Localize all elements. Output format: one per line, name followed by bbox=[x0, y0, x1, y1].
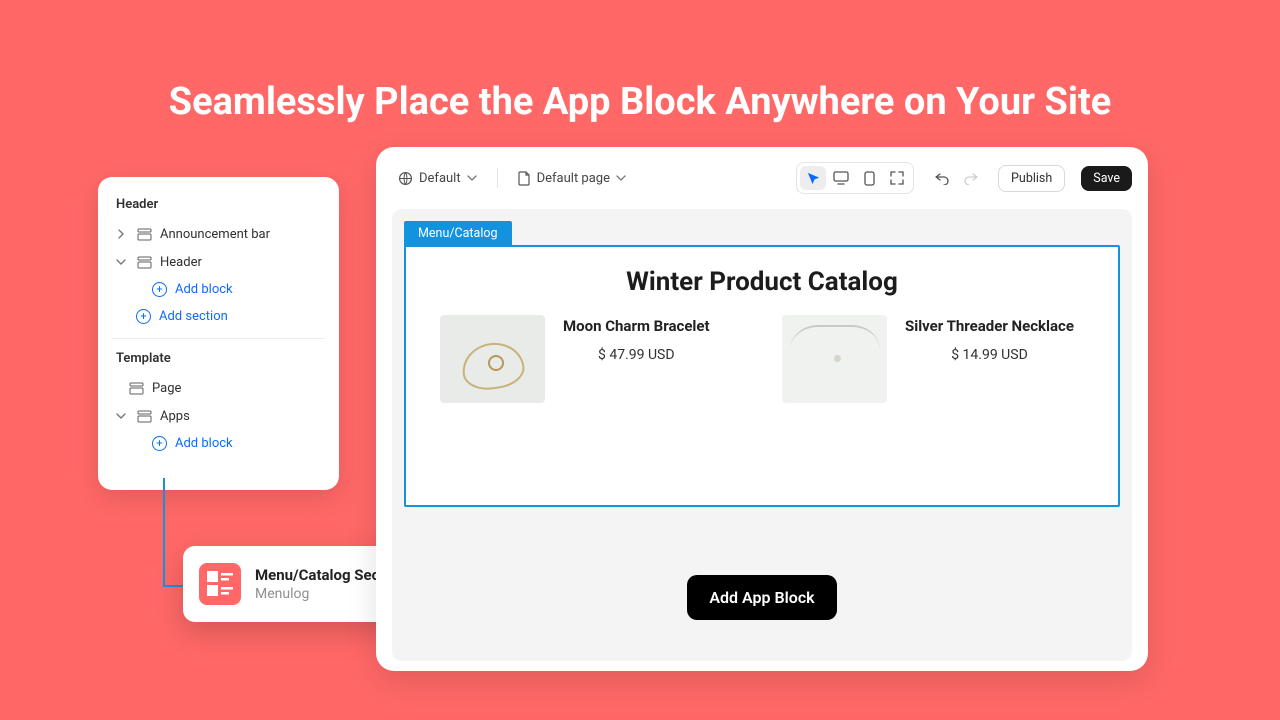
product-image bbox=[782, 315, 887, 403]
add-block-link-apps[interactable]: + Add block bbox=[108, 430, 329, 457]
layer-label: Apps bbox=[160, 409, 323, 424]
preset-label: Default bbox=[419, 171, 461, 186]
layer-page[interactable]: Page bbox=[108, 374, 329, 402]
add-block-label: Add block bbox=[175, 436, 233, 451]
publish-button[interactable]: Publish bbox=[998, 165, 1065, 192]
plus-circle-icon: + bbox=[152, 282, 167, 297]
region-tab[interactable]: Menu/Catalog bbox=[404, 221, 512, 246]
inspector-mode[interactable] bbox=[800, 166, 826, 190]
page-selector[interactable]: Default page bbox=[512, 167, 632, 190]
desktop-preview[interactable] bbox=[828, 166, 854, 190]
layer-label: Header bbox=[160, 255, 323, 270]
page-label: Default page bbox=[537, 171, 610, 186]
product-name: Moon Charm Bracelet bbox=[563, 317, 710, 335]
layer-header[interactable]: Header bbox=[108, 248, 329, 276]
section-icon bbox=[136, 226, 152, 242]
plus-circle-icon: + bbox=[152, 436, 167, 451]
fullscreen-preview[interactable] bbox=[884, 166, 910, 190]
mobile-preview[interactable] bbox=[856, 166, 882, 190]
layers-panel: Header Announcement bar Header + Add blo… bbox=[98, 177, 339, 490]
menulog-app-icon bbox=[199, 563, 241, 605]
add-section-label: Add section bbox=[159, 309, 228, 324]
layer-apps[interactable]: Apps bbox=[108, 402, 329, 430]
drop-zone: Add App Block bbox=[404, 527, 1120, 667]
product-card[interactable]: Moon Charm Bracelet $ 47.99 USD bbox=[440, 315, 742, 403]
section-label-header: Header bbox=[108, 193, 329, 220]
layer-label: Page bbox=[152, 381, 323, 396]
add-app-block-button[interactable]: Add App Block bbox=[687, 575, 836, 620]
divider bbox=[112, 338, 325, 339]
product-price: $ 14.99 USD bbox=[905, 347, 1074, 363]
chevron-down-icon bbox=[616, 173, 626, 183]
layer-announcement-bar[interactable]: Announcement bar bbox=[108, 220, 329, 248]
plus-circle-icon: + bbox=[136, 309, 151, 324]
redo-button[interactable] bbox=[958, 166, 982, 190]
connector-line bbox=[163, 585, 185, 587]
section-label-template: Template bbox=[108, 347, 329, 374]
separator bbox=[497, 168, 498, 188]
section-icon bbox=[136, 254, 152, 270]
preview-canvas: Menu/Catalog Winter Product Catalog Moon… bbox=[392, 209, 1132, 661]
product-name: Silver Threader Necklace bbox=[905, 317, 1074, 335]
page-icon bbox=[518, 171, 531, 186]
add-section-link[interactable]: + Add section bbox=[108, 303, 329, 330]
chevron-right-icon bbox=[114, 229, 128, 239]
section-icon bbox=[128, 380, 144, 396]
editor-topbar: Default Default page bbox=[392, 161, 1132, 195]
layer-label: Announcement bar bbox=[160, 227, 323, 242]
theme-editor: Default Default page bbox=[376, 147, 1148, 671]
connector-line bbox=[163, 478, 165, 585]
add-block-link[interactable]: + Add block bbox=[108, 276, 329, 303]
chevron-down-icon bbox=[114, 257, 128, 267]
hero-title: Seamlessly Place the App Block Anywhere … bbox=[0, 80, 1280, 124]
device-preview-toggle bbox=[796, 162, 914, 194]
catalog-heading: Winter Product Catalog bbox=[432, 267, 1092, 297]
preset-selector[interactable]: Default bbox=[392, 167, 483, 190]
chevron-down-icon bbox=[114, 411, 128, 421]
chevron-down-icon bbox=[467, 173, 477, 183]
add-block-label: Add block bbox=[175, 282, 233, 297]
undo-button[interactable] bbox=[930, 166, 954, 190]
globe-icon bbox=[398, 171, 413, 186]
product-image bbox=[440, 315, 545, 403]
selected-region[interactable]: Menu/Catalog Winter Product Catalog Moon… bbox=[404, 245, 1120, 507]
section-icon bbox=[136, 408, 152, 424]
save-button[interactable]: Save bbox=[1081, 166, 1132, 191]
product-card[interactable]: Silver Threader Necklace $ 14.99 USD bbox=[782, 315, 1084, 403]
product-price: $ 47.99 USD bbox=[563, 347, 710, 363]
